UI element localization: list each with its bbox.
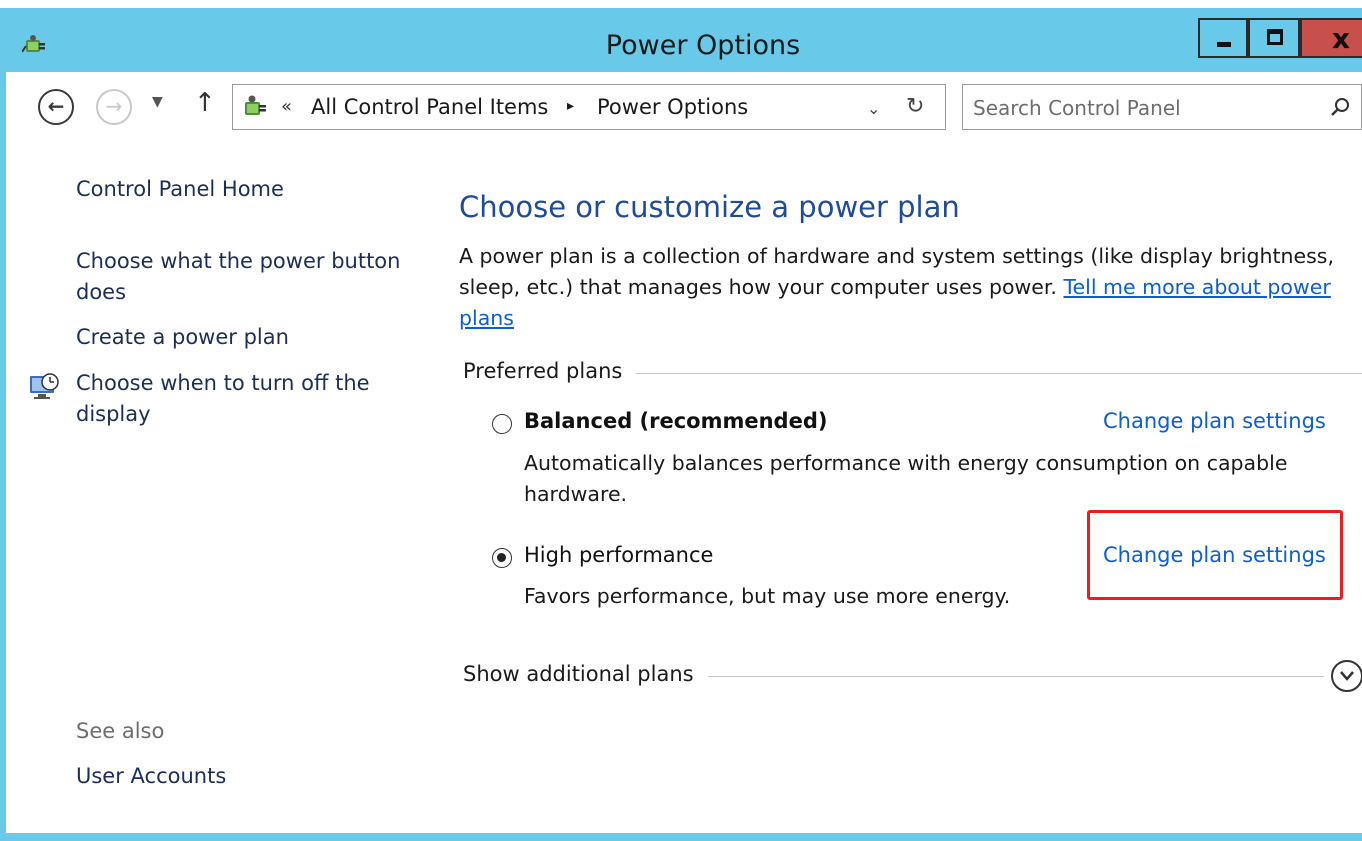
close-icon: x <box>1332 22 1351 55</box>
breadcrumb-item-power-options[interactable]: Power Options <box>597 95 748 119</box>
chevron-down-icon <box>1340 671 1354 681</box>
window-bottom-border <box>0 833 1362 841</box>
sidebar-link-turn-off-display[interactable]: Choose when to turn off the display <box>76 368 396 430</box>
forward-button[interactable]: → <box>96 89 132 125</box>
recent-locations-button[interactable]: ▼ <box>152 94 163 110</box>
sidebar-link-power-button[interactable]: Choose what the power button does <box>76 246 416 308</box>
title-bar[interactable]: Power Options x <box>0 8 1362 72</box>
preferred-plans-heading: Preferred plans <box>463 359 637 383</box>
radio-balanced[interactable] <box>492 414 512 434</box>
close-button[interactable]: x <box>1300 18 1362 58</box>
chevron-down-icon: ▼ <box>152 94 163 110</box>
back-arrow-icon: ← <box>47 94 65 118</box>
refresh-icon[interactable]: ↻ <box>906 94 924 119</box>
window-title: Power Options <box>605 30 801 61</box>
power-options-window: Power Options x ← → ▼ ↑ « All Control Pa… <box>0 0 1362 841</box>
expand-additional-plans-button[interactable] <box>1331 660 1362 692</box>
plan-name-high-performance[interactable]: High performance <box>524 543 713 567</box>
plan-description-balanced: Automatically balances performance with … <box>524 451 1288 506</box>
preferred-plans-divider <box>626 373 1362 374</box>
search-input[interactable] <box>973 93 1313 123</box>
content-area: Control Panel Home Choose what the power… <box>6 144 1362 833</box>
forward-arrow-icon: → <box>105 94 123 118</box>
see-also-heading: See also <box>76 719 165 743</box>
back-button[interactable]: ← <box>38 89 74 125</box>
sidebar-link-control-panel-home[interactable]: Control Panel Home <box>76 174 284 205</box>
additional-plans-divider <box>706 676 1324 677</box>
minimize-button[interactable] <box>1198 18 1248 58</box>
breadcrumb-overflow[interactable]: « <box>281 96 292 117</box>
navigation-bar: ← → ▼ ↑ « All Control Panel Items ▸ Powe… <box>6 72 1362 144</box>
up-arrow-icon: ↑ <box>194 88 216 118</box>
search-icon[interactable] <box>1325 93 1355 123</box>
address-dropdown-icon[interactable]: ⌄ <box>867 99 880 118</box>
top-strip <box>0 0 1362 8</box>
highlight-annotation-box <box>1087 510 1343 600</box>
sidebar-link-create-plan[interactable]: Create a power plan <box>76 322 289 353</box>
search-box[interactable] <box>962 84 1362 130</box>
page-description: A power plan is a collection of hardware… <box>459 241 1359 334</box>
radio-high-performance[interactable] <box>492 548 512 568</box>
control-panel-icon <box>245 95 266 115</box>
plan-name-balanced[interactable]: Balanced (recommended) <box>524 409 827 433</box>
minimize-icon <box>1217 42 1231 47</box>
maximize-button[interactable] <box>1248 18 1300 58</box>
breadcrumb-item-all-control-panel-items[interactable]: All Control Panel Items <box>311 95 548 119</box>
up-button[interactable]: ↑ <box>194 88 216 118</box>
maximize-icon <box>1267 29 1283 45</box>
change-plan-settings-balanced[interactable]: Change plan settings <box>1103 409 1326 433</box>
sidebar-link-user-accounts[interactable]: User Accounts <box>76 764 226 788</box>
display-timer-icon <box>30 373 59 399</box>
breadcrumb-separator[interactable]: ▸ <box>567 98 574 114</box>
address-bar[interactable]: « All Control Panel Items ▸ Power Option… <box>232 84 946 130</box>
page-title: Choose or customize a power plan <box>459 190 960 224</box>
show-additional-plans-label[interactable]: Show additional plans <box>463 662 708 686</box>
